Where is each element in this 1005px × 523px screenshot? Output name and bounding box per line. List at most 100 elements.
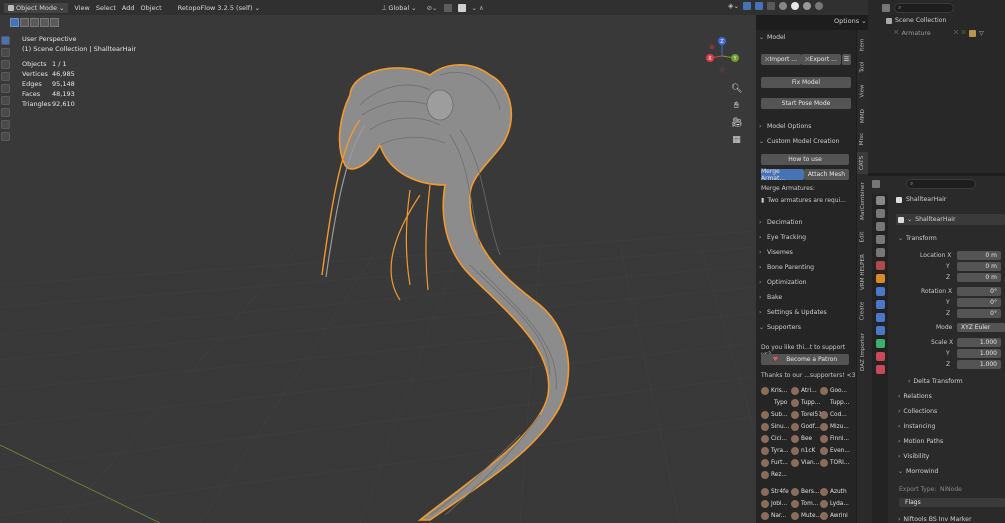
visibility-icon[interactable]: ◈⌄	[728, 2, 739, 10]
rotation-x-field[interactable]: 0°	[957, 287, 1001, 296]
supporter-item[interactable]: Rez...	[761, 470, 787, 480]
section-delta-transform[interactable]: › Delta Transform	[908, 378, 963, 385]
section-settings-updates[interactable]: › Settings & Updates	[759, 309, 827, 316]
section-eye-tracking[interactable]: › Eye Tracking	[759, 234, 806, 241]
scene-tab-icon[interactable]	[875, 248, 885, 257]
select-new-icon[interactable]	[10, 18, 19, 27]
proportional-icon[interactable]: ⌄ ∧	[472, 4, 484, 12]
section-visibility[interactable]: › Visibility	[898, 453, 929, 460]
supporter-item[interactable]: Typo	[774, 398, 787, 408]
location-y-field[interactable]: 0 m	[957, 262, 1001, 271]
retopoflow-menu[interactable]: RetopoFlow 3.2.5 (self) ⌄	[174, 3, 264, 13]
camera-view-icon[interactable]: 🎥︎	[731, 118, 742, 129]
tab-view[interactable]: View	[857, 80, 868, 102]
cursor-tool-icon[interactable]	[1, 48, 10, 57]
scale-x-field[interactable]: 1.000	[957, 338, 1001, 347]
material-tab-icon[interactable]	[875, 352, 885, 361]
supporter-item[interactable]: Vian...	[791, 458, 819, 468]
supporter-item[interactable]: Str4fe	[761, 487, 789, 497]
supporter-item[interactable]: Tupp...	[830, 398, 849, 408]
orientation-dropdown[interactable]: ⟂ Global ⌄	[378, 2, 421, 13]
ortho-grid-icon[interactable]: ▦	[731, 135, 742, 146]
data-tab-icon[interactable]	[875, 339, 885, 348]
snap-target-icon[interactable]	[457, 3, 466, 12]
outliner-search[interactable]: ⌕	[894, 3, 954, 13]
section-bake[interactable]: › Bake	[759, 294, 782, 301]
supporter-item[interactable]: Sub...	[761, 410, 788, 420]
add-cube-tool-icon[interactable]	[1, 132, 10, 141]
section-model[interactable]: ⌄ Model	[759, 34, 786, 41]
section-optimization[interactable]: › Optimization	[759, 279, 807, 286]
rotation-mode-dropdown[interactable]: XYZ Euler	[957, 323, 1005, 332]
rotation-y-field[interactable]: 0°	[957, 298, 1001, 307]
move-tool-icon[interactable]	[1, 60, 10, 69]
become-patron-button[interactable]: ♥ Become a Patron	[761, 354, 849, 365]
start-pose-mode-button[interactable]: Start Pose Mode	[761, 98, 851, 109]
tool-tab-icon[interactable]	[875, 196, 885, 205]
supporter-item[interactable]: n1cK	[791, 446, 815, 456]
rotation-z-field[interactable]: 0°	[957, 309, 1001, 318]
rendered-shading-icon[interactable]	[815, 2, 824, 10]
gizmo-toggle-icon[interactable]	[743, 2, 752, 10]
object-tab-icon[interactable]	[875, 274, 885, 283]
select-box-tool-icon[interactable]	[1, 36, 10, 45]
transform-tool-icon[interactable]	[1, 96, 10, 105]
menu-view[interactable]: View	[74, 4, 89, 12]
how-to-use-button[interactable]: How to use	[761, 154, 849, 165]
section-motion-paths[interactable]: › Motion Paths	[898, 438, 943, 445]
modifier-tab-icon[interactable]	[875, 287, 885, 296]
tab-item[interactable]: Item	[857, 35, 868, 55]
annotate-tool-icon[interactable]	[1, 108, 10, 117]
section-custom-model-creation[interactable]: ⌄ Custom Model Creation	[759, 138, 839, 145]
select-extend-icon[interactable]	[20, 18, 29, 27]
section-instancing[interactable]: › Instancing	[898, 423, 936, 430]
import-button[interactable]: ⛌︎ Import ...	[761, 54, 801, 65]
overlay-toggle-icon[interactable]	[755, 2, 764, 10]
supporter-item[interactable]: Cod...	[820, 410, 847, 420]
supporter-item[interactable]: Tyra...	[761, 446, 789, 456]
supporter-item[interactable]: TORI...	[820, 458, 849, 468]
menu-add[interactable]: Add	[122, 4, 135, 12]
menu-icon[interactable]: ☰	[842, 54, 851, 65]
export-type-value[interactable]: NiNode	[940, 486, 962, 493]
object-name-field[interactable]: ⌄ ShalltearHair	[896, 214, 1005, 225]
output-tab-icon[interactable]	[875, 222, 885, 231]
merge-armatures-tab[interactable]: Merge Armat...	[761, 168, 804, 182]
section-morrowind[interactable]: ⌄ Morrowind	[898, 468, 938, 475]
supporter-item[interactable]: Tupp...	[791, 398, 820, 408]
3d-viewport[interactable]	[0, 15, 756, 523]
menu-select[interactable]: Select	[96, 4, 116, 12]
select-intersect-icon[interactable]	[50, 18, 59, 27]
select-subtract-icon[interactable]	[30, 18, 39, 27]
mode-dropdown[interactable]: Object Mode ⌄	[4, 2, 69, 13]
snap-icon[interactable]	[443, 3, 452, 12]
fix-model-button[interactable]: Fix Model	[761, 77, 851, 88]
supporter-item[interactable]: Goo...	[820, 386, 847, 396]
supporter-item[interactable]: Kris...	[761, 386, 787, 396]
menu-object[interactable]: Object	[141, 4, 162, 12]
supporter-item[interactable]: Mizu...	[820, 422, 849, 432]
solid-shading-icon[interactable]	[791, 2, 800, 10]
display-mode-icon[interactable]	[882, 4, 890, 12]
tab-misc[interactable]: Misc	[857, 129, 868, 149]
physics-tab-icon[interactable]	[875, 313, 885, 322]
supporter-item[interactable]: Azuth	[820, 487, 847, 497]
tab-mmd[interactable]: MMD	[857, 106, 868, 126]
scale-z-field[interactable]: 1.000	[957, 360, 1001, 369]
section-decimation[interactable]: › Decimation	[759, 219, 802, 226]
supporter-item[interactable]: Lyda...	[820, 499, 849, 509]
tab-create[interactable]: Create	[857, 298, 868, 324]
zoom-icon[interactable]: 🔍︎	[731, 84, 742, 95]
supporter-item[interactable]: Even...	[820, 446, 850, 456]
rotate-tool-icon[interactable]	[1, 72, 10, 81]
section-niftools[interactable]: › Niftools BS Inv Marker	[898, 516, 972, 523]
xray-icon[interactable]	[767, 2, 776, 10]
location-z-field[interactable]: 0 m	[957, 273, 1001, 282]
pivot-icon[interactable]: ⊘⌄	[427, 4, 438, 12]
view-layer-tab-icon[interactable]	[875, 235, 885, 244]
flags-field[interactable]: Flags	[899, 498, 1005, 507]
options-button[interactable]: Options ⌄	[834, 17, 867, 25]
supporter-item[interactable]: Bee	[791, 434, 812, 444]
select-invert-icon[interactable]	[40, 18, 49, 27]
supporter-item[interactable]: Awrini	[820, 511, 848, 521]
